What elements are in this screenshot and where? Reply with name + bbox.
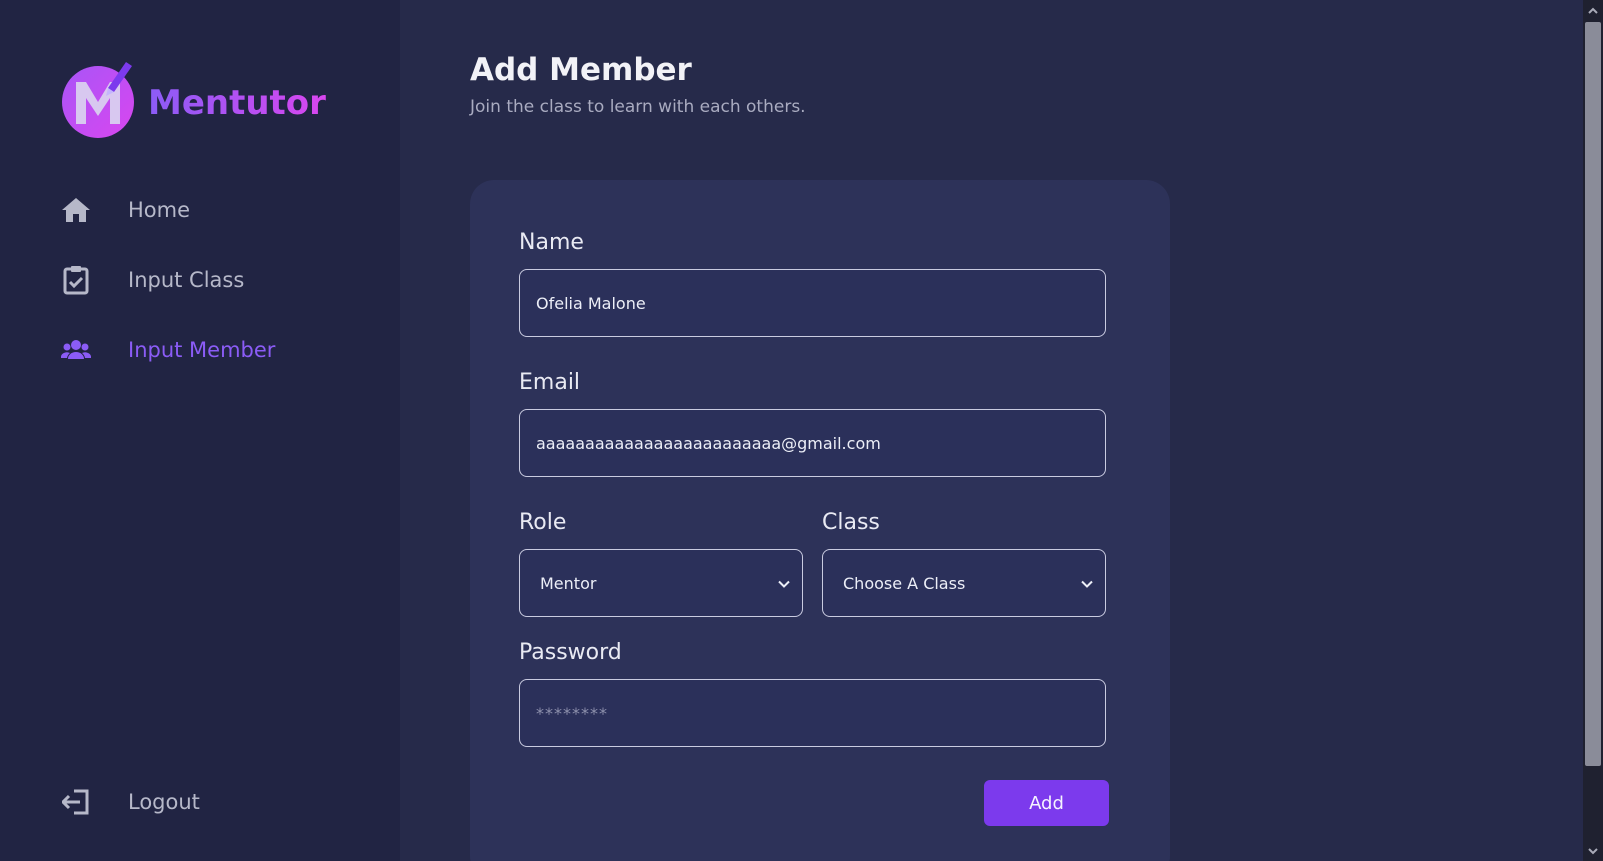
scroll-down-icon[interactable] bbox=[1587, 845, 1599, 857]
vertical-scrollbar[interactable] bbox=[1583, 0, 1603, 861]
users-icon bbox=[60, 334, 92, 366]
home-icon bbox=[60, 194, 92, 226]
password-input[interactable]: ******** bbox=[519, 679, 1106, 747]
class-selected-value: Choose A Class bbox=[843, 573, 966, 593]
role-select[interactable]: Mentor bbox=[519, 549, 803, 617]
chevron-down-icon bbox=[778, 574, 790, 593]
logout-icon bbox=[60, 786, 92, 818]
page-title: Add Member bbox=[470, 52, 692, 88]
email-label: Email bbox=[519, 370, 581, 395]
role-selected-value: Mentor bbox=[540, 573, 597, 593]
sidebar-item-input-class[interactable]: Input Class bbox=[60, 264, 244, 296]
name-input[interactable]: Ofelia Malone bbox=[519, 269, 1106, 337]
add-member-form: Name Ofelia Malone Email aaaaaaaaaaaaaaa… bbox=[470, 180, 1170, 861]
logo-icon bbox=[62, 58, 136, 140]
class-label: Class bbox=[822, 510, 880, 535]
sidebar-item-home[interactable]: Home bbox=[60, 194, 190, 226]
brand-logo[interactable]: Mentutor bbox=[62, 58, 326, 140]
add-button[interactable]: Add bbox=[984, 780, 1109, 826]
logout-label: Logout bbox=[128, 790, 200, 814]
role-label: Role bbox=[519, 510, 567, 535]
password-label: Password bbox=[519, 640, 622, 665]
logout-button[interactable]: Logout bbox=[60, 786, 200, 818]
sidebar-item-label: Home bbox=[128, 198, 191, 222]
sidebar-item-label: Input Class bbox=[128, 268, 245, 292]
scroll-up-icon[interactable] bbox=[1587, 5, 1599, 17]
sidebar-item-label: Input Member bbox=[128, 338, 276, 362]
main-content: Add Member Join the class to learn with … bbox=[400, 0, 1585, 861]
chevron-down-icon bbox=[1081, 574, 1093, 593]
class-select[interactable]: Choose A Class bbox=[822, 549, 1106, 617]
email-input[interactable]: aaaaaaaaaaaaaaaaaaaaaaaaa@gmail.com bbox=[519, 409, 1106, 477]
page-subtitle: Join the class to learn with each others… bbox=[470, 97, 806, 117]
sidebar-item-input-member[interactable]: Input Member bbox=[60, 334, 275, 366]
sidebar: Mentutor Home Input Class Input Member L… bbox=[0, 0, 400, 861]
brand-name: Mentutor bbox=[148, 83, 326, 123]
clipboard-check-icon bbox=[60, 264, 92, 296]
name-label: Name bbox=[519, 230, 584, 255]
scroll-thumb[interactable] bbox=[1585, 22, 1601, 766]
